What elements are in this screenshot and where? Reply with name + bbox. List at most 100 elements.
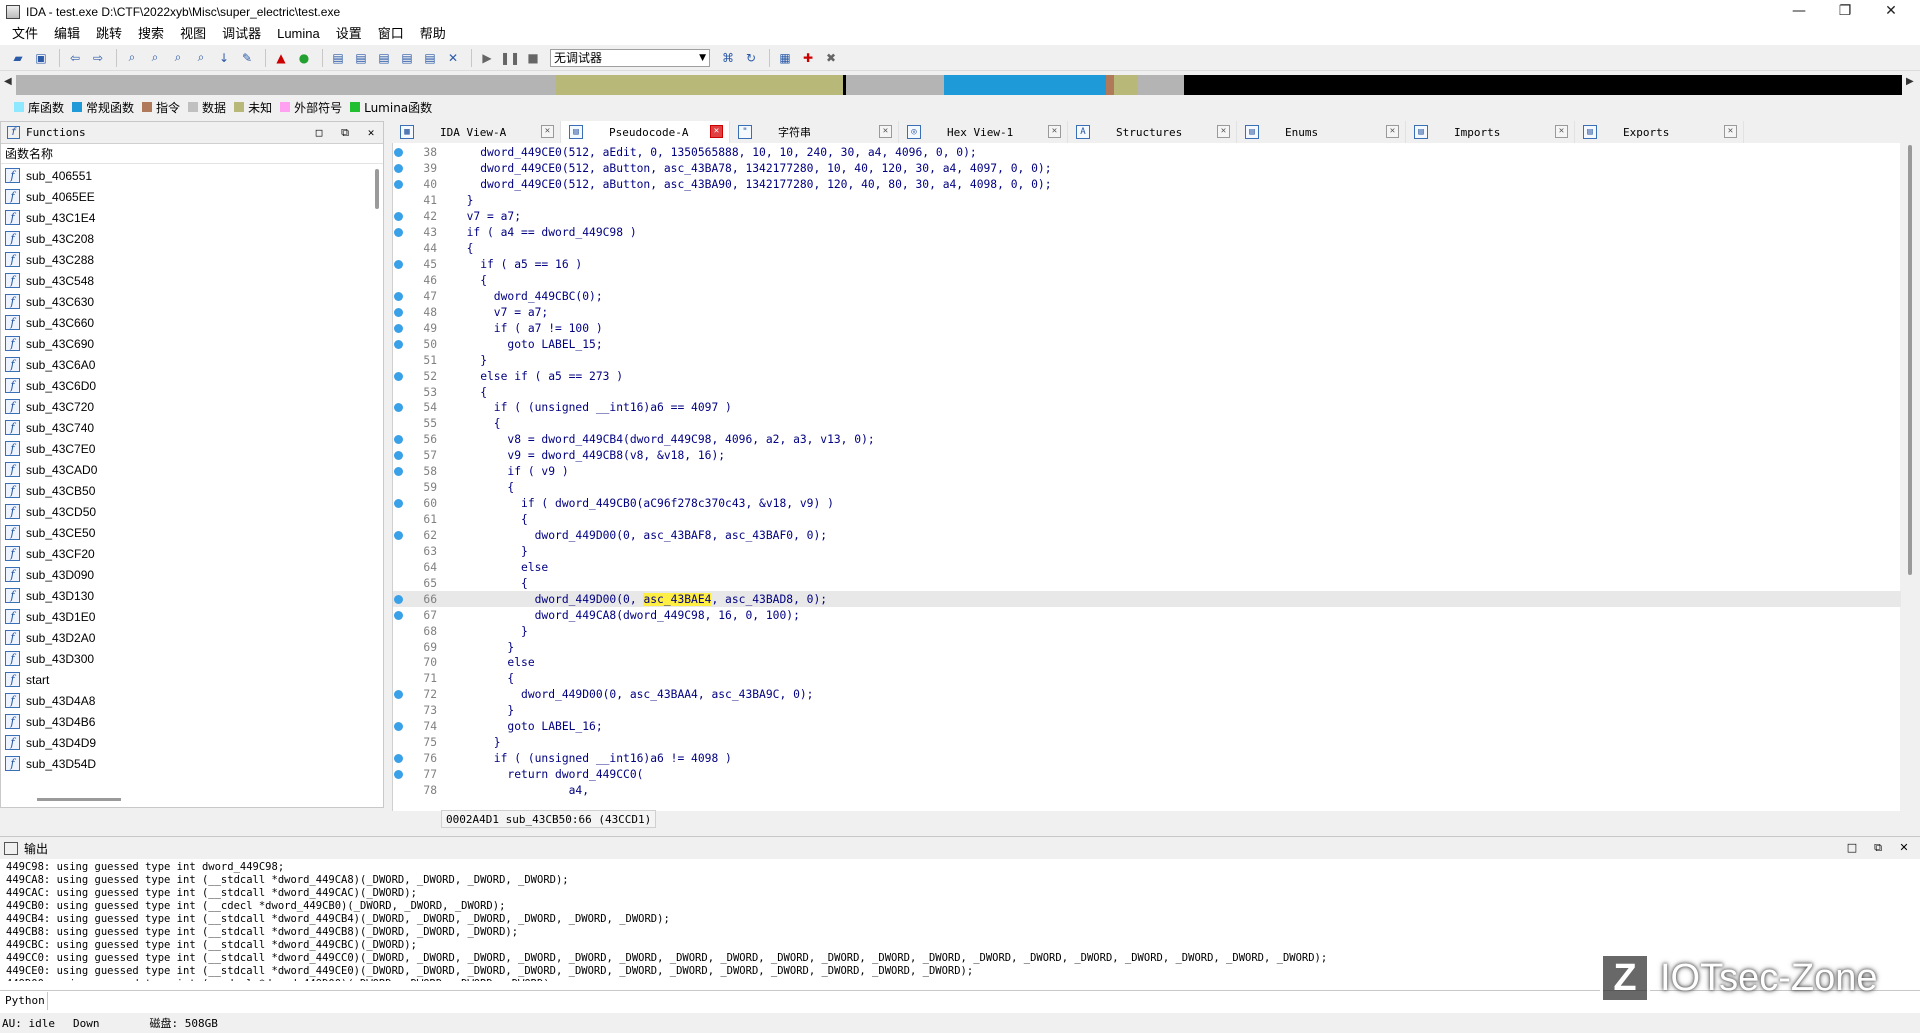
breakpoint-dot-icon[interactable] bbox=[394, 690, 403, 700]
breakpoint-dot-icon[interactable] bbox=[394, 180, 403, 190]
code-line[interactable]: 77 return dword_449CC0( bbox=[393, 767, 1901, 783]
minimize-button[interactable]: — bbox=[1776, 0, 1822, 23]
play-icon[interactable]: ▶ bbox=[477, 48, 497, 68]
panel-close-icon[interactable]: ✕ bbox=[1896, 840, 1912, 856]
breakpoint-dot-icon[interactable] bbox=[394, 388, 403, 397]
function-list-item[interactable]: f sub_43C630 bbox=[1, 291, 373, 312]
functions-column-header[interactable]: 函数名称 bbox=[1, 144, 383, 164]
breakpoint-dot-icon[interactable] bbox=[394, 674, 403, 683]
close-window-button[interactable]: ✕ bbox=[1868, 0, 1914, 23]
code-line[interactable]: 45 if ( a5 == 16 ) bbox=[393, 257, 1901, 273]
function-list-item[interactable]: f sub_43D130 bbox=[1, 585, 373, 606]
array-icon[interactable]: ▤ bbox=[420, 48, 440, 68]
menu-edit[interactable]: 编辑 bbox=[46, 23, 88, 45]
undefine-icon[interactable]: ✕ bbox=[443, 48, 463, 68]
code-text[interactable]: } bbox=[453, 736, 501, 749]
code-text[interactable]: dword_449CA8(dword_449C98, 16, 0, 100); bbox=[453, 609, 800, 622]
code-text[interactable]: dword_449CBC(0); bbox=[453, 290, 603, 303]
code-text[interactable]: } bbox=[453, 704, 514, 717]
close-tab-icon[interactable]: ✕ bbox=[1217, 125, 1230, 138]
code-line[interactable]: 59 { bbox=[393, 480, 1901, 496]
debugger-select[interactable]: 无调试器 ▼ bbox=[550, 48, 710, 67]
tab-hex-view-1[interactable]: ◎ Hex View-1 ✕ bbox=[899, 121, 1068, 143]
breakpoint-dot-icon[interactable] bbox=[394, 547, 403, 556]
code-line[interactable]: 53 { bbox=[393, 384, 1901, 400]
menu-options[interactable]: 设置 bbox=[328, 23, 370, 45]
breakpoint-dot-icon[interactable] bbox=[394, 579, 403, 588]
function-list-item[interactable]: f sub_43C6A0 bbox=[1, 354, 373, 375]
download-icon[interactable]: ↓ bbox=[214, 48, 234, 68]
breakpoint-dot-icon[interactable] bbox=[394, 260, 403, 270]
code-line[interactable]: 73 } bbox=[393, 703, 1901, 719]
highlighted-symbol[interactable]: asc_43BAE4 bbox=[643, 592, 712, 606]
delete-breakpoint-icon[interactable]: ✖ bbox=[821, 48, 841, 68]
breakpoint-dot-icon[interactable] bbox=[394, 244, 403, 253]
breakpoint-dot-icon[interactable] bbox=[394, 451, 403, 461]
panel-float-icon[interactable]: ⧉ bbox=[337, 125, 353, 141]
function-list-item[interactable]: f sub_43C720 bbox=[1, 396, 373, 417]
breakpoint-dot-icon[interactable] bbox=[394, 515, 403, 524]
patch-icon[interactable]: ✎ bbox=[237, 48, 257, 68]
segment-icon[interactable]: ▤ bbox=[397, 48, 417, 68]
breakpoint-dot-icon[interactable] bbox=[394, 276, 403, 285]
code-text[interactable]: { bbox=[453, 417, 501, 430]
code-line[interactable]: 76 if ( (unsigned __int16)a6 != 4098 ) bbox=[393, 751, 1901, 767]
code-line[interactable]: 44 { bbox=[393, 241, 1901, 257]
code-text[interactable]: { bbox=[453, 386, 487, 399]
function-list-item[interactable]: f sub_43C288 bbox=[1, 249, 373, 270]
code-line[interactable]: 43 if ( a4 == dword_449C98 ) bbox=[393, 225, 1901, 241]
breakpoint-dot-icon[interactable] bbox=[394, 738, 403, 747]
breakpoint-dot-icon[interactable] bbox=[394, 643, 403, 652]
breakpoint-dot-icon[interactable] bbox=[394, 770, 403, 780]
function-list-item[interactable]: f sub_43CD50 bbox=[1, 501, 373, 522]
breakpoint-dot-icon[interactable] bbox=[394, 371, 403, 381]
function-list-item[interactable]: f sub_43D54D bbox=[1, 753, 373, 774]
breakpoint-dot-icon[interactable] bbox=[394, 483, 403, 492]
panel-close-icon[interactable]: ✕ bbox=[363, 125, 379, 141]
code-text[interactable]: if ( a5 == 16 ) bbox=[453, 258, 582, 271]
code-text[interactable]: dword_449CE0(512, aEdit, 0, 1350565888, … bbox=[453, 146, 977, 159]
code-line[interactable]: 61 { bbox=[393, 512, 1901, 528]
breakpoint-dot-icon[interactable] bbox=[394, 706, 403, 715]
function-list-item[interactable]: f sub_43C208 bbox=[1, 228, 373, 249]
code-text[interactable]: dword_449D00(0, asc_43BAE4, asc_43BAD8, … bbox=[453, 592, 827, 606]
code-line[interactable]: 74 goto LABEL_16; bbox=[393, 719, 1901, 735]
breakpoint-dot-icon[interactable] bbox=[394, 467, 403, 477]
function-list-item[interactable]: f sub_43C548 bbox=[1, 270, 373, 291]
code-text[interactable]: dword_449D00(0, asc_43BAF8, asc_43BAF0, … bbox=[453, 529, 827, 542]
code-text[interactable]: } bbox=[453, 194, 474, 207]
code-line[interactable]: 66 dword_449D00(0, asc_43BAE4, asc_43BAD… bbox=[393, 591, 1901, 608]
function-list-item[interactable]: f sub_43D1E0 bbox=[1, 606, 373, 627]
breakpoint-dot-icon[interactable] bbox=[394, 610, 403, 620]
code-text[interactable]: } bbox=[453, 641, 514, 654]
code-line[interactable]: 42 v7 = a7; bbox=[393, 209, 1901, 225]
menu-lumina[interactable]: Lumina bbox=[269, 23, 328, 45]
breakpoint-dot-icon[interactable] bbox=[394, 323, 403, 333]
function-list-item[interactable]: f sub_43C6D0 bbox=[1, 375, 373, 396]
code-line[interactable]: 38 dword_449CE0(512, aEdit, 0, 135056588… bbox=[393, 145, 1901, 161]
code-text[interactable]: a4, bbox=[453, 784, 589, 797]
code-text[interactable]: goto LABEL_15; bbox=[453, 338, 602, 351]
code-text[interactable]: v9 = dword_449CB8(v8, &v18, 16); bbox=[453, 449, 725, 462]
functions-vertical-scrollbar[interactable] bbox=[375, 169, 379, 209]
code-line[interactable]: 52 else if ( a5 == 273 ) bbox=[393, 368, 1901, 384]
function-list-item[interactable]: f sub_43CAD0 bbox=[1, 459, 373, 480]
code-line[interactable]: 63 } bbox=[393, 543, 1901, 559]
code-text[interactable]: if ( dword_449CB0(aC96f278c370c43, &v18,… bbox=[453, 497, 834, 510]
panel-float-icon[interactable]: ⧉ bbox=[1870, 840, 1886, 856]
code-line[interactable]: 64 else bbox=[393, 559, 1901, 575]
breakpoint-dot-icon[interactable] bbox=[394, 530, 403, 540]
code-line[interactable]: 75 } bbox=[393, 735, 1901, 751]
warning-icon[interactable]: ▲ bbox=[271, 48, 291, 68]
code-text[interactable]: { bbox=[453, 242, 474, 255]
close-tab-icon[interactable]: ✕ bbox=[1555, 125, 1568, 138]
function-list-item[interactable]: f sub_43D4A8 bbox=[1, 690, 373, 711]
breakpoint-dot-icon[interactable] bbox=[394, 594, 403, 604]
breakpoint-dot-icon[interactable] bbox=[394, 164, 403, 174]
code-line[interactable]: 58 if ( v9 ) bbox=[393, 464, 1901, 480]
tab-enums[interactable]: ▤ Enums ✕ bbox=[1237, 121, 1406, 143]
panel-maximize-icon[interactable]: □ bbox=[1844, 840, 1860, 856]
code-line[interactable]: 55 { bbox=[393, 416, 1901, 432]
code-line[interactable]: 67 dword_449CA8(dword_449C98, 16, 0, 100… bbox=[393, 607, 1901, 623]
code-text[interactable]: else if ( a5 == 273 ) bbox=[453, 370, 623, 383]
